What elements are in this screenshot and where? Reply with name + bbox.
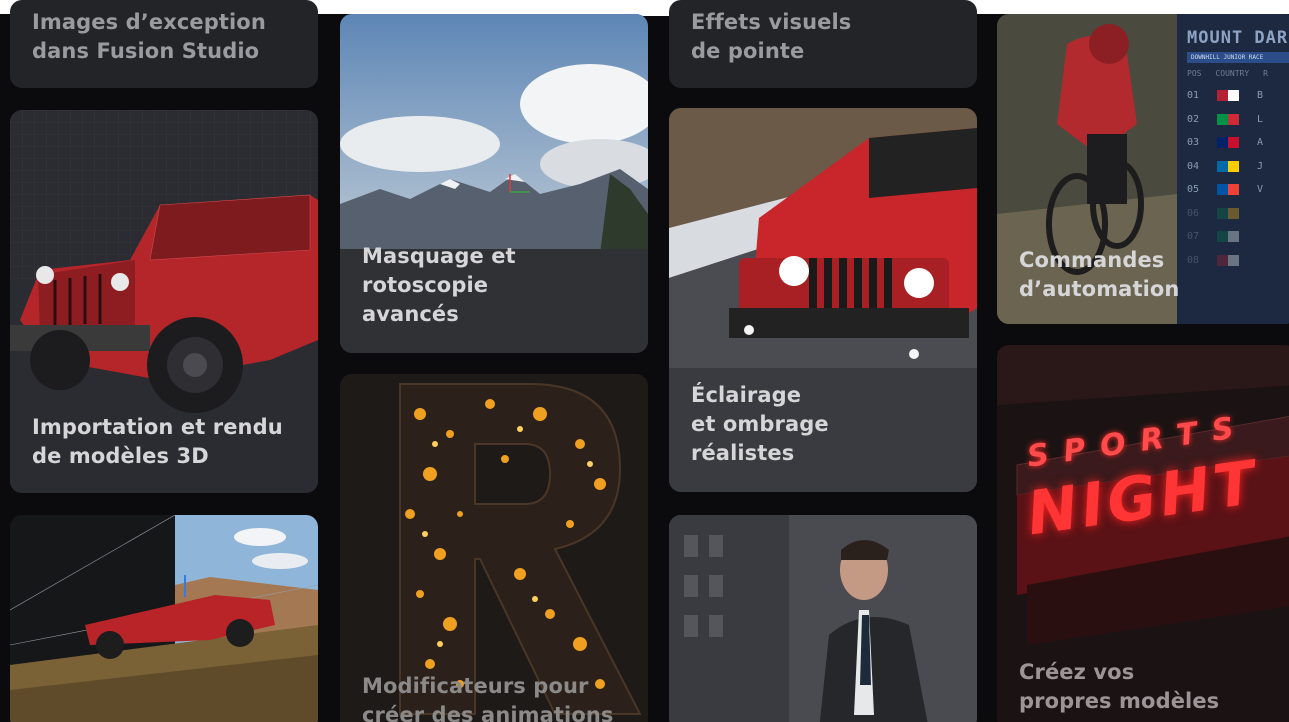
leaderboard-rows: 01 B 02 L 03 A 04 J 05 V 06 07 08: [1187, 84, 1289, 272]
leaderboard-col-rider: R: [1263, 69, 1268, 78]
country-flag-icon: [1217, 137, 1240, 149]
leaderboard-col-pos: POS: [1187, 69, 1202, 78]
card-automation[interactable]: MOUNT DAR DOWNHILL JUNIOR RACE POS COUNT…: [997, 14, 1289, 324]
leaderboard-row-pos: 02: [1187, 113, 1200, 125]
particle-letter-r-image: [340, 374, 648, 722]
card-visual-effects-title: Effets visuels de pointe: [691, 10, 852, 63]
leaderboard-row: 05 V: [1187, 178, 1289, 202]
card-3d-models[interactable]: Importation et rendu de modèles 3D: [10, 110, 318, 493]
card-templates[interactable]: SPORTS NIGHT Créez vos propres modèles: [997, 345, 1289, 722]
leaderboard-row-pos: 07: [1187, 231, 1200, 243]
country-flag-icon: [1217, 90, 1240, 102]
leaderboard-row-rider: J: [1257, 160, 1264, 172]
leaderboard-row: 01 B: [1187, 84, 1289, 108]
leaderboard-row-pos: 01: [1187, 90, 1200, 102]
country-flag-icon: [1217, 207, 1240, 219]
leaderboard-row-pos: 05: [1187, 184, 1200, 196]
jeep-tracking-image: [10, 515, 318, 722]
card-modifiers-title: Modificateurs pour créer des animations: [362, 674, 614, 722]
leaderboard-header: MOUNT DAR: [1187, 28, 1289, 48]
card-portrait[interactable]: [669, 515, 977, 722]
card-camera-tracking[interactable]: [10, 515, 318, 722]
leaderboard-row-pos: 03: [1187, 137, 1200, 149]
card-3d-models-title: Importation et rendu de modèles 3D: [32, 415, 283, 468]
card-modifiers[interactable]: Modificateurs pour créer des animations: [340, 374, 648, 722]
country-flag-icon: [1217, 231, 1240, 243]
leaderboard-row-rider: B: [1257, 90, 1264, 102]
leaderboard-row: 07: [1187, 225, 1289, 249]
card-fusion-images[interactable]: Images d’exception dans Fusion Studio: [10, 0, 318, 88]
card-lighting-title: Éclairage et ombrage réalistes: [691, 383, 829, 465]
leaderboard-row-rider: A: [1257, 137, 1264, 149]
country-flag-icon: [1217, 113, 1240, 125]
country-flag-icon: [1217, 184, 1240, 196]
leaderboard-row: 06: [1187, 202, 1289, 226]
leaderboard-row: 04 J: [1187, 155, 1289, 179]
leaderboard-col-country: COUNTRY: [1215, 69, 1250, 78]
card-fusion-images-title: Images d’exception dans Fusion Studio: [32, 10, 266, 63]
leaderboard-row-rider: V: [1257, 184, 1264, 196]
card-visual-effects[interactable]: Effets visuels de pointe: [669, 0, 977, 88]
country-flag-icon: [1217, 160, 1240, 172]
leaderboard-row-pos: 04: [1187, 160, 1200, 172]
leaderboard-row-pos: 06: [1187, 207, 1200, 219]
man-in-suit-image: [669, 515, 977, 722]
card-masking[interactable]: Masquage et rotoscopie avancés: [340, 14, 648, 353]
card-automation-title: Commandes d’automation: [1019, 248, 1180, 301]
leaderboard-row: 02 L: [1187, 108, 1289, 132]
leaderboard-row-rider: L: [1257, 113, 1264, 125]
card-masking-title: Masquage et rotoscopie avancés: [362, 244, 516, 326]
card-lighting[interactable]: Éclairage et ombrage réalistes: [669, 108, 977, 492]
leaderboard-columns: POS COUNTRY R: [1187, 69, 1289, 78]
leaderboard-row: 03 A: [1187, 131, 1289, 155]
card-templates-title: Créez vos propres modèles: [1019, 660, 1220, 713]
leaderboard-subheader: DOWNHILL JUNIOR RACE: [1187, 52, 1289, 63]
